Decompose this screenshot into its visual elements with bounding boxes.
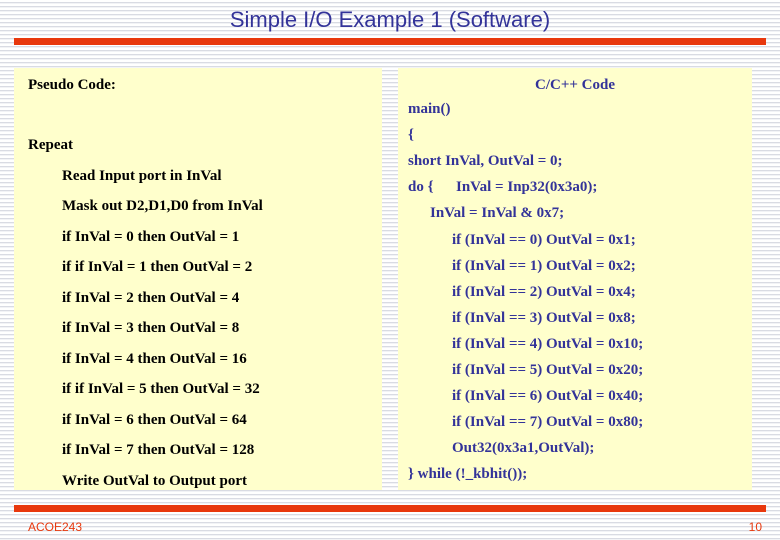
pseudo-code-line: if InVal = 0 then OutVal = 1 [62, 229, 240, 245]
c-code-line: do { InVal = Inp32(0x3a0); [408, 179, 598, 195]
c-code-line: if (InVal == 7) OutVal = 0x80; [452, 414, 644, 430]
c-code-line: if (InVal == 5) OutVal = 0x20; [452, 362, 644, 378]
pseudo-code-line: if InVal = 3 then OutVal = 8 [62, 320, 240, 336]
slide-title-block: Simple I/O Example 1 (Software) [0, 6, 780, 34]
footer-divider-rule [14, 505, 766, 512]
c-code-panel: C/C++ Code main() { short InVal, OutVal = 0… [398, 68, 752, 490]
c-code-line: if (InVal == 2) OutVal = 0x4; [452, 284, 636, 300]
pseudo-code-line: if InVal = 2 then OutVal = 4 [62, 290, 240, 306]
pseudo-code-line: if InVal = 4 then OutVal = 16 [62, 351, 247, 367]
pseudo-code-line: if InVal = 6 then OutVal = 64 [62, 412, 247, 428]
c-code-line: if (InVal == 0) OutVal = 0x1; [452, 232, 636, 248]
c-code-line: Out32(0x3a1,OutVal); [452, 440, 595, 456]
pseudo-code-line: Write OutVal to Output port [62, 473, 248, 489]
c-code-line: if (InVal == 1) OutVal = 0x2; [452, 258, 636, 274]
footer-slide-number: 10 [748, 520, 762, 534]
c-code-line: InVal = InVal & 0x7; [430, 205, 565, 221]
pseudo-code-heading: Pseudo Code: [28, 77, 116, 93]
c-code-line: if (InVal == 3) OutVal = 0x8; [452, 310, 636, 326]
c-code-line: short InVal, OutVal = 0; [408, 153, 563, 169]
footer-course-code: ACOE243 [28, 520, 83, 534]
c-code-line: } while (!_kbhit()); [408, 466, 528, 482]
pseudo-code-line: Mask out D2,D1,D0 from InVal [62, 198, 263, 214]
c-code-line: { [408, 127, 414, 143]
pseudo-code-line: if InVal = 7 then OutVal = 128 [62, 442, 255, 458]
page-title: Simple I/O Example 1 (Software) [229, 7, 551, 32]
pseudo-code-line: if if InVal = 1 then OutVal = 2 [62, 259, 253, 275]
title-divider-rule [14, 38, 766, 45]
c-code-line: main() [408, 101, 451, 117]
pseudo-code-line: Repeat [28, 137, 73, 153]
c-code-line: if (InVal == 6) OutVal = 0x40; [452, 388, 644, 404]
c-code-heading: C/C++ Code [534, 77, 615, 93]
slide-canvas: Simple I/O Example 1 (Software) Pseudo C… [0, 0, 780, 540]
pseudo-code-line: Read Input port in InVal [62, 168, 222, 184]
pseudo-code-line: if if InVal = 5 then OutVal = 32 [62, 381, 260, 397]
pseudo-code-panel: Pseudo Code: Repeat Read Input port in InV… [14, 68, 382, 490]
c-code-line: if (InVal == 4) OutVal = 0x10; [452, 336, 644, 352]
